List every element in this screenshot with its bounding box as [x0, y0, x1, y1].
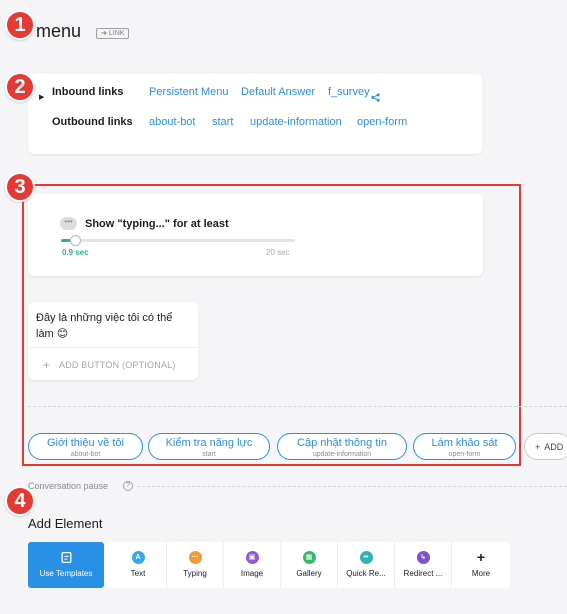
inbound-link[interactable]: Persistent Menu — [149, 86, 228, 98]
typing-bubble-icon: ••• — [60, 217, 77, 230]
quick-reply-label: Cập nhật thông tin — [297, 437, 387, 449]
quick-reply-target: about-bot — [70, 451, 101, 458]
step-marker-4: 4 — [5, 486, 35, 516]
tool-label: Use Templates — [39, 569, 93, 578]
quick-reply-button[interactable]: Cập nhật thông tin update-information — [277, 433, 407, 460]
quick-reply-label: Kiểm tra năng lực — [165, 437, 253, 449]
add-button-label: ADD BUTTON (OPTIONAL) — [59, 360, 176, 370]
quick-reply-button[interactable]: Làm khảo sát open-form — [413, 433, 516, 460]
block-title[interactable]: menu — [36, 21, 81, 42]
share-icon[interactable] — [371, 93, 380, 102]
tool-label: Quick Re... — [346, 569, 386, 578]
link-arrow-icon: ➜ — [101, 30, 107, 37]
quick-reply-target: open-form — [448, 451, 481, 458]
slider-min-label: 0.9 sec — [62, 248, 89, 257]
inbound-link[interactable]: f_survey — [328, 86, 370, 98]
help-icon[interactable]: ? — [123, 481, 133, 491]
typing-icon: ··· — [188, 551, 202, 564]
tool-label: Redirect ... — [403, 569, 443, 578]
slider-max-label: 20 sec — [266, 248, 290, 257]
quick-reply-icon: •• — [359, 551, 373, 564]
links-card: ▶ Inbound links Persistent Menu Default … — [28, 74, 482, 154]
image-icon: ▣ — [245, 551, 259, 564]
expand-triangle-icon[interactable]: ▶ — [39, 92, 44, 104]
add-element-title: Add Element — [28, 516, 103, 531]
step-marker-1: 1 — [5, 10, 35, 40]
step-marker-3: 3 — [5, 172, 35, 202]
tool-label: Image — [240, 569, 264, 578]
redirect-icon: ↳ — [416, 551, 430, 564]
link-badge[interactable]: ➜ LINK — [96, 28, 130, 39]
plus-icon: + — [476, 549, 486, 565]
typing-duration-slider[interactable] — [61, 235, 295, 246]
tool-use-templates[interactable]: Use Templates — [28, 542, 104, 588]
outbound-link[interactable]: open-form — [357, 116, 407, 128]
link-badge-label: LINK — [108, 30, 125, 37]
quick-reply-label: Làm khảo sát — [431, 437, 498, 449]
tool-gallery[interactable]: ▦ Gallery — [281, 542, 338, 588]
inbound-link[interactable]: Default Answer — [241, 86, 315, 98]
text-icon: A — [131, 551, 145, 564]
divider — [28, 406, 567, 407]
conversation-pause-label[interactable]: Conversation pause — [28, 481, 108, 491]
quick-reply-target: update-information — [312, 451, 372, 458]
tool-image[interactable]: ▣ Image — [224, 542, 281, 588]
outbound-links-label: Outbound links — [52, 116, 133, 128]
pause-divider — [137, 486, 567, 487]
plus-icon: + — [43, 358, 51, 372]
step-marker-2: 2 — [5, 72, 35, 102]
tool-more[interactable]: + More — [452, 542, 510, 588]
add-element-toolbar: Use Templates A Text ··· Typing ▣ Image … — [28, 542, 510, 588]
typing-label: Show "typing..." for at least — [85, 218, 229, 230]
tool-typing[interactable]: ··· Typing — [167, 542, 224, 588]
quick-reply-target: start — [202, 451, 216, 458]
gallery-icon: ▦ — [302, 551, 316, 564]
plus-icon: + — [535, 441, 541, 452]
tool-redirect[interactable]: ↳ Redirect ... — [395, 542, 452, 588]
outbound-link[interactable]: update-information — [250, 116, 342, 128]
tool-label: Text — [130, 569, 146, 578]
tool-label: Gallery — [296, 569, 322, 578]
quick-reply-button[interactable]: Kiểm tra năng lực start — [148, 433, 270, 460]
slider-handle[interactable] — [70, 235, 82, 246]
tool-label: Typing — [183, 569, 207, 578]
template-icon — [61, 551, 71, 564]
typing-card[interactable]: ••• Show "typing..." for at least 0.9 se… — [28, 194, 483, 276]
inbound-links-label: Inbound links — [52, 86, 124, 98]
add-button-row[interactable]: + ADD BUTTON (OPTIONAL) — [28, 347, 198, 380]
tool-text[interactable]: A Text — [110, 542, 167, 588]
tool-label: More — [471, 569, 491, 578]
add-quick-reply-button[interactable]: + ADD — [524, 433, 567, 460]
message-text[interactable]: Đây là những việc tôi có thể làm 😊 — [36, 310, 186, 342]
text-message-card[interactable]: Đây là những việc tôi có thể làm 😊 + ADD… — [28, 302, 198, 380]
add-quick-reply-label: ADD — [544, 441, 564, 452]
quick-reply-button[interactable]: Giới thiệu về tôi about-bot — [28, 433, 143, 460]
outbound-link[interactable]: about-bot — [149, 116, 195, 128]
outbound-link[interactable]: start — [212, 116, 233, 128]
tool-quick-reply[interactable]: •• Quick Re... — [338, 542, 395, 588]
quick-reply-label: Giới thiệu về tôi — [47, 437, 124, 449]
